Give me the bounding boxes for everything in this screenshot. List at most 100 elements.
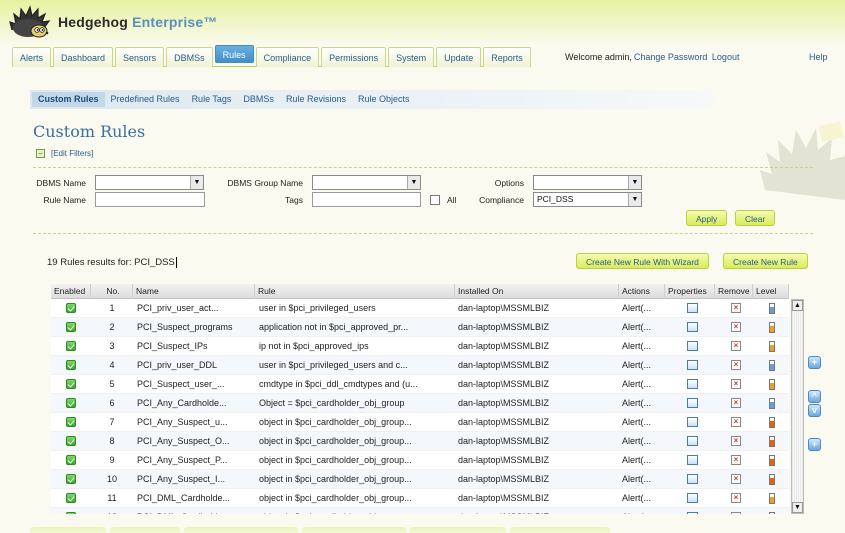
collapse-icon[interactable]: −	[36, 149, 45, 158]
row-name[interactable]: PCI_Suspect_IPs	[137, 337, 253, 356]
remove-icon[interactable]: ×	[731, 341, 741, 351]
tab-dbmss[interactable]: DBMSs	[166, 47, 213, 67]
last-page-icon[interactable]: +	[808, 438, 821, 451]
header-remove[interactable]: Remove	[715, 284, 753, 299]
header-enabled[interactable]: Enabled	[51, 284, 91, 299]
edit-filters-link[interactable]: [Edit Filters]	[51, 149, 93, 158]
properties-icon[interactable]	[687, 398, 698, 408]
remove-icon[interactable]: ×	[731, 303, 741, 313]
first-page-icon[interactable]: +	[808, 356, 821, 369]
header-installed-on[interactable]: Installed On	[455, 284, 619, 299]
chevron-down-icon[interactable]: ▼	[190, 176, 203, 189]
check-icon[interactable]	[66, 512, 76, 514]
check-icon[interactable]	[66, 341, 76, 351]
check-icon[interactable]	[66, 303, 76, 313]
check-icon[interactable]	[66, 455, 76, 465]
tab-reports[interactable]: Reports	[483, 47, 531, 67]
change-password-link[interactable]: Change Password	[634, 52, 708, 62]
remove-icon[interactable]: ×	[731, 512, 741, 514]
row-name[interactable]: PCI_priv_user_act...	[137, 299, 253, 318]
check-icon[interactable]	[66, 474, 76, 484]
row-name[interactable]: PCI_Suspect_programs	[137, 318, 253, 337]
tab-system[interactable]: System	[388, 47, 435, 67]
remove-icon[interactable]: ×	[731, 322, 741, 332]
remove-icon[interactable]: ×	[731, 360, 741, 370]
prev-page-icon[interactable]: ^	[808, 390, 821, 403]
table-scrollbar[interactable]: ▲ ▼	[791, 299, 804, 514]
table-row[interactable]: 6 PCI_Any_Cardholde... Object = $pci_cardh…	[51, 394, 789, 413]
header-name[interactable]: Name	[133, 284, 255, 299]
properties-icon[interactable]	[687, 493, 698, 503]
scroll-down-icon[interactable]: ▼	[792, 502, 803, 513]
chevron-down-icon[interactable]: ▼	[628, 193, 641, 206]
subnav-rule-tags[interactable]: Rule Tags	[186, 92, 238, 107]
remove-icon[interactable]: ×	[731, 436, 741, 446]
apply-button[interactable]: Apply	[686, 210, 728, 226]
create-rule-button[interactable]: Create New Rule	[723, 253, 808, 269]
tab-rules[interactable]: Rules	[214, 45, 254, 63]
table-row[interactable]: 12 PCI_DML_Cardholde... object in $pci_car…	[51, 508, 789, 514]
subnav-rule-revisions[interactable]: Rule Revisions	[280, 92, 352, 107]
remove-icon[interactable]: ×	[731, 455, 741, 465]
properties-icon[interactable]	[687, 417, 698, 427]
row-name[interactable]: PCI_Any_Suspect_P...	[137, 451, 253, 470]
tab-compliance[interactable]: Compliance	[255, 47, 320, 67]
table-row[interactable]: 2 PCI_Suspect_programs application not in …	[51, 318, 789, 337]
header-level[interactable]: Level	[753, 284, 789, 299]
check-icon[interactable]	[66, 322, 76, 332]
subnav-rule-objects[interactable]: Rule Objects	[352, 92, 416, 107]
header-no[interactable]: No.	[91, 284, 133, 299]
properties-icon[interactable]	[687, 379, 698, 389]
create-rule-wizard-button[interactable]: Create New Rule With Wizard	[576, 253, 709, 269]
chevron-down-icon[interactable]: ▼	[628, 176, 641, 189]
row-name[interactable]: PCI_Suspect_user_...	[137, 375, 253, 394]
properties-icon[interactable]	[687, 512, 698, 514]
header-rule[interactable]: Rule	[255, 284, 455, 299]
properties-icon[interactable]	[687, 455, 698, 465]
all-checkbox[interactable]	[430, 195, 440, 205]
table-row[interactable]: 1 PCI_priv_user_act... user in $pci_privil…	[51, 299, 789, 318]
table-row[interactable]: 7 PCI_Any_Suspect_u... object in $pci_card…	[51, 413, 789, 432]
table-row[interactable]: 8 PCI_Any_Suspect_O... object in $pci_card…	[51, 432, 789, 451]
tab-permissions[interactable]: Permissions	[321, 47, 387, 67]
help-link[interactable]: Help	[809, 52, 828, 62]
table-row[interactable]: 3 PCI_Suspect_IPs ip not in $pci_approved_…	[51, 337, 789, 356]
row-name[interactable]: PCI_Any_Cardholde...	[137, 394, 253, 413]
check-icon[interactable]	[66, 436, 76, 446]
chevron-down-icon[interactable]: ▼	[407, 176, 420, 189]
remove-icon[interactable]: ×	[731, 379, 741, 389]
check-icon[interactable]	[66, 493, 76, 503]
logout-link[interactable]: Logout	[712, 52, 740, 62]
tab-dashboard[interactable]: Dashboard	[53, 47, 114, 67]
tags-input[interactable]	[312, 192, 421, 207]
remove-icon[interactable]: ×	[731, 493, 741, 503]
properties-icon[interactable]	[687, 322, 698, 332]
compliance-select[interactable]: PCI_DSS ▼	[533, 192, 642, 207]
check-icon[interactable]	[66, 360, 76, 370]
remove-icon[interactable]: ×	[731, 417, 741, 427]
header-properties[interactable]: Properties	[665, 284, 715, 299]
check-icon[interactable]	[66, 417, 76, 427]
check-icon[interactable]	[66, 379, 76, 389]
edit-filters-toggle[interactable]: − [Edit Filters]	[36, 149, 93, 158]
properties-icon[interactable]	[687, 341, 698, 351]
row-name[interactable]: PCI_Any_Suspect_I...	[137, 470, 253, 489]
row-name[interactable]: PCI_Any_Suspect_O...	[137, 432, 253, 451]
table-row[interactable]: 10 PCI_Any_Suspect_I... object in $pci_car…	[51, 470, 789, 489]
tab-sensors[interactable]: Sensors	[115, 47, 165, 67]
row-name[interactable]: PCI_DML_Cardholde...	[137, 489, 253, 508]
dbms-name-select[interactable]: ▼	[95, 175, 204, 190]
properties-icon[interactable]	[687, 360, 698, 370]
options-select[interactable]: ▼	[533, 175, 642, 190]
header-actions[interactable]: Actions	[619, 284, 665, 299]
subnav-dbmss[interactable]: DBMSs	[237, 92, 280, 107]
properties-icon[interactable]	[687, 436, 698, 446]
tab-update[interactable]: Update	[436, 47, 482, 67]
remove-icon[interactable]: ×	[731, 474, 741, 484]
remove-icon[interactable]: ×	[731, 398, 741, 408]
properties-icon[interactable]	[687, 474, 698, 484]
table-row[interactable]: 11 PCI_DML_Cardholde... object in $pci_car…	[51, 489, 789, 508]
row-name[interactable]: PCI_Any_Suspect_u...	[137, 413, 253, 432]
row-name[interactable]: PCI_DML_Cardholde...	[137, 508, 253, 514]
row-name[interactable]: PCI_priv_user_DDL	[137, 356, 253, 375]
